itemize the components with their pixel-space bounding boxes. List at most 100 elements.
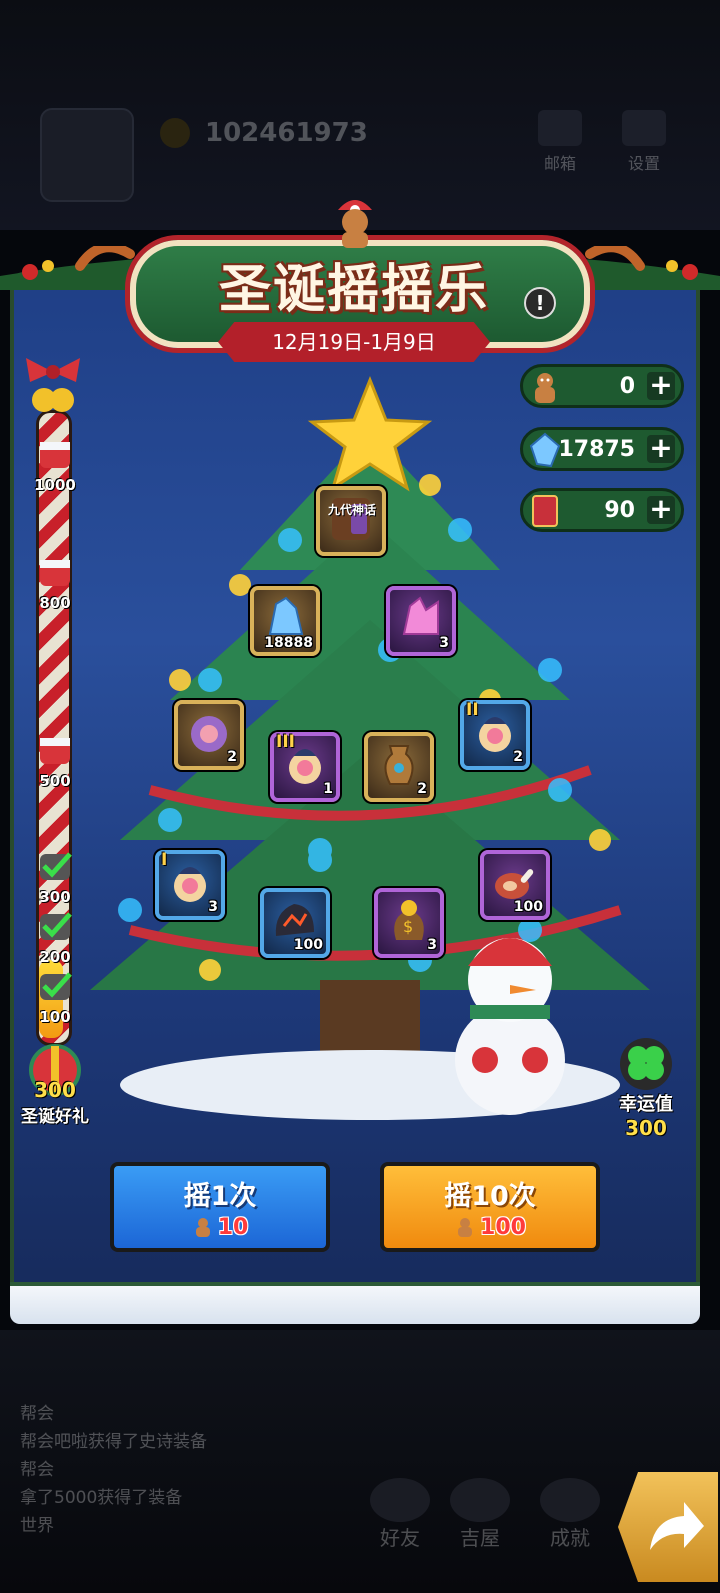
check-icon [40,972,72,1000]
milestone-reward[interactable]: 500 [30,734,80,790]
friends-icon [370,1478,430,1522]
player-avatar [40,108,134,202]
player-id: 102461973 [205,118,368,148]
stocking-icon [40,560,70,586]
ticket-counter: 90 + [520,488,684,532]
reward-quantity: 2 [417,781,427,797]
mail-icon [538,110,582,146]
reward-slot-myth-item[interactable]: 九代神话 [316,486,386,556]
shake-once-cost-value: 10 [217,1215,249,1240]
add-ticket-button[interactable]: + [647,495,675,524]
gingerbread-icon [458,1218,473,1237]
reward-slot-gold-bag[interactable]: $ 3 [374,888,444,958]
reward-tier: I [161,850,168,870]
panel-snow-base [10,1282,700,1324]
shake-ten-label: 摇10次 [444,1181,536,1212]
reward-quantity: 2 [227,749,237,765]
milestone-value: 800 [39,594,71,612]
nav-friends: 好友 [360,1478,440,1551]
ticket-value: 90 [604,498,635,523]
reward-tier: II [466,700,479,720]
luck-label: 幸运值 [619,1094,673,1115]
stocking-icon [40,738,70,764]
crystal-value: 17875 [558,437,635,462]
milestone-value: 500 [39,772,71,790]
share-arrow-icon [650,1502,704,1550]
reward-slot-treasure-pot-tier-1[interactable]: I 3 [155,850,225,920]
chat-line: 帮会 [20,1404,54,1424]
svg-text:$: $ [403,917,413,936]
reward-slot-meat[interactable]: 100 [480,850,550,920]
chat-line: 拿了5000获得了装备 [20,1488,183,1508]
nav-guild-label: 吉屋 [460,1526,500,1550]
reward-slot-treasure-pot-tier-2[interactable]: II 2 [460,700,530,770]
bell-bow-icon [26,358,80,412]
reward-quantity: 3 [439,635,449,651]
add-gingerbread-button[interactable]: + [647,371,675,400]
check-icon [40,912,72,940]
gingerbread-icon [535,373,555,403]
gift-count: 300 [34,1078,76,1102]
shake-ten-button[interactable]: 摇10次 100 [380,1162,600,1252]
milestone-reward[interactable]: 100 [30,970,80,1026]
crystal-counter: 17875 + [520,427,684,471]
reward-slot-crystal[interactable]: 18888 [250,586,320,656]
milestone-value: 100 [39,1008,71,1026]
luck-value: 300 [625,1116,667,1140]
id-icon [160,118,190,148]
reward-quantity: 1 [323,781,333,797]
milestone-reward[interactable]: 1000 [30,438,80,494]
stocking-icon [40,442,70,468]
gingerbread-counter: 0 + [520,364,684,408]
gift-label: 圣诞好礼 [21,1107,89,1127]
milestone-reward[interactable]: 200 [30,910,80,966]
gingerbread-icon [338,200,372,248]
reward-quantity: 2 [513,749,523,765]
shake-once-button[interactable]: 摇1次 10 [110,1162,330,1252]
shake-ten-cost-value: 100 [480,1215,526,1240]
nav-friends-label: 好友 [380,1526,420,1550]
event-date-range: 12月19日-1月9日 [218,322,490,362]
add-crystal-button[interactable]: + [647,434,675,463]
gear-icon [622,110,666,146]
milestone-reward[interactable]: 300 [30,850,80,906]
achievement-icon [540,1478,600,1522]
reward-slot-urn[interactable]: 2 [364,732,434,802]
shake-once-label: 摇1次 [183,1181,257,1212]
shake-once-cost: 10 [114,1215,326,1240]
reward-slot-pink-gem[interactable]: 3 [386,586,456,656]
milestone-value: 300 [39,888,71,906]
reward-slot-treasure-pot-tier-3[interactable]: III 1 [270,732,340,802]
reward-slot-lava-stone[interactable]: 100 [260,888,330,958]
christmas-gift-button[interactable]: 300 圣诞好礼 [14,1040,96,1127]
chat-line: 世界 [20,1516,54,1536]
settings-button: 设置 [616,110,672,174]
reward-slot-treasure-pot[interactable]: 2 [174,700,244,770]
shake-ten-cost: 100 [384,1215,596,1240]
luck-meter[interactable]: 幸运值 300 [606,1034,686,1140]
gingerbread-icon [195,1218,210,1237]
milestone-value: 200 [39,948,71,966]
reward-quantity: 3 [427,937,437,953]
info-icon[interactable]: ! [524,287,556,319]
ticket-icon [532,495,558,527]
nav-guild: 吉屋 [440,1478,520,1551]
milestone-reward[interactable]: 800 [30,556,80,612]
reward-quantity: 100 [513,899,543,915]
reward-quantity: 18888 [264,635,313,651]
chat-preview: 帮会 帮会吧啦获得了史诗装备 帮会 拿了5000获得了装备 世界 [20,1400,207,1540]
guild-icon [450,1478,510,1522]
clover-icon [620,1038,672,1090]
check-icon [40,852,72,880]
chat-line: 帮会 [20,1460,54,1480]
nav-achievements: 成就 [530,1478,610,1551]
reward-quantity: 3 [208,899,218,915]
reward-tier: III [276,732,295,752]
nav-achievements-label: 成就 [550,1526,590,1550]
gingerbread-value: 0 [619,374,635,399]
event-title: 圣诞摇摇乐 [218,260,489,320]
settings-label: 设置 [627,154,660,173]
mail-label: 邮箱 [543,154,576,173]
milestone-value: 1000 [34,476,76,494]
myth-item-text: 九代神话 [328,503,377,517]
